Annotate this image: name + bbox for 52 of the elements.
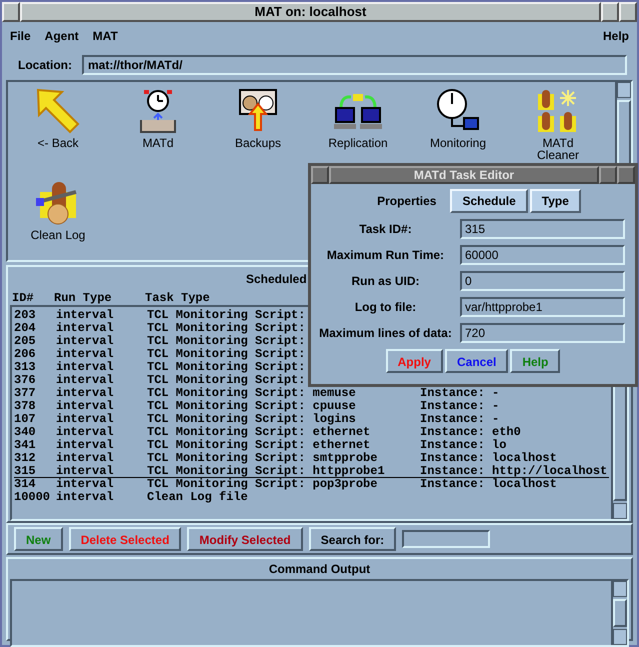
input-field[interactable]: 0 <box>460 271 625 291</box>
scrollbar[interactable] <box>611 581 627 645</box>
arrow-icon <box>36 88 80 134</box>
field-label: Maximum lines of data: <box>318 326 453 340</box>
icon-label[interactable]: MATd Cleaner <box>523 137 593 161</box>
task-row[interactable]: 315 interval TCL Monitoring Script: httpprobe1 Instance: http://localhost <box>14 465 609 478</box>
input-field[interactable]: 315 <box>460 219 625 239</box>
minimize-button[interactable] <box>599 166 617 184</box>
menu-item[interactable]: File <box>10 29 31 43</box>
search-field[interactable] <box>402 530 490 548</box>
icon-label[interactable]: MATd <box>123 137 193 149</box>
icon-label[interactable]: <- Back <box>23 137 93 149</box>
dialog-button[interactable]: Cancel <box>444 349 508 373</box>
window-title: MAT on: localhost <box>20 2 601 22</box>
column-header: Run Type <box>54 291 113 305</box>
help-menu[interactable]: Help <box>602 29 629 43</box>
field-label: Task ID#: <box>358 222 413 236</box>
column-header: ID# <box>12 291 35 305</box>
search-button[interactable]: Search for: <box>308 527 396 551</box>
icon-label[interactable]: Replication <box>323 137 393 149</box>
field-label: Maximum Run Time: <box>326 248 446 262</box>
dialog-title: MATd Task Editor <box>329 166 599 184</box>
input-field[interactable]: 720 <box>460 323 625 343</box>
column-header: Task Type <box>145 291 210 305</box>
task-row[interactable]: 377 interval TCL Monitoring Script: memuse Instance: - <box>14 387 609 400</box>
tape-drive-icon <box>238 88 278 134</box>
location-field[interactable]: mat://thor/MATd/ <box>82 55 627 75</box>
icon-label[interactable]: Backups <box>223 137 293 149</box>
tab[interactable]: Schedule <box>450 189 528 213</box>
maximize-button[interactable] <box>617 166 635 184</box>
task-row[interactable]: 312 interval TCL Monitoring Script: smtpprobe Instance: localhost <box>14 452 609 465</box>
tab[interactable]: Properties <box>365 189 448 213</box>
icon-label[interactable]: Clean Log <box>23 229 93 241</box>
field-label: Log to file: <box>354 300 418 314</box>
window-menu-button[interactable] <box>311 166 329 184</box>
menu-item[interactable]: MAT <box>92 29 118 43</box>
stopwatch-icon <box>138 88 178 134</box>
task-row[interactable]: 107 interval TCL Monitoring Script: logins Instance: - <box>14 413 609 426</box>
task-row[interactable]: 314 interval TCL Monitoring Script: pop3probe Instance: localhost <box>14 478 609 491</box>
menu-item[interactable]: Agent <box>44 29 79 43</box>
section-title: Scheduled <box>246 272 307 286</box>
location-label: Location: <box>18 58 72 72</box>
task-row[interactable]: 340 interval TCL Monitoring Script: ethernet Instance: eth0 <box>14 426 609 439</box>
icon-label[interactable]: Monitoring <box>423 137 493 149</box>
field-label: Run as UID: <box>350 274 420 288</box>
task-row[interactable]: 378 interval TCL Monitoring Script: cpuuse Instance: - <box>14 400 609 413</box>
task-row[interactable]: 341 interval TCL Monitoring Script: ethernet Instance: lo <box>14 439 609 452</box>
input-field[interactable]: 60000 <box>460 245 625 265</box>
input-field[interactable]: var/httpprobe1 <box>460 297 625 317</box>
task-row[interactable]: 10000 interval Clean Log file <box>14 491 609 504</box>
tab[interactable]: Type <box>530 189 581 213</box>
section-title: Command Output <box>268 562 370 576</box>
